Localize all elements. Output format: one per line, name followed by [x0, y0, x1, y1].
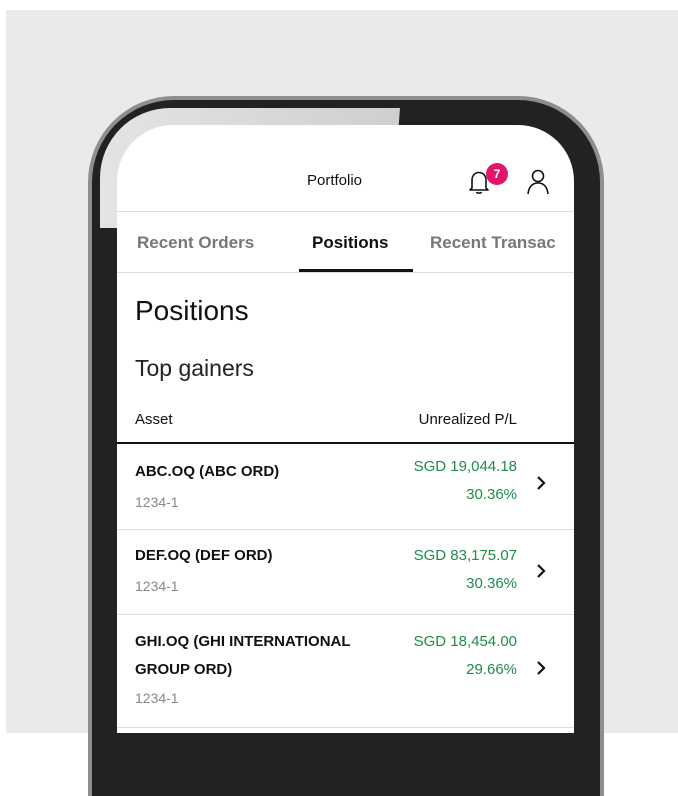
account-number: 1234-1	[135, 578, 179, 594]
asset-name-line-1: GHI.OQ (GHI INTERNATIONAL	[135, 633, 351, 650]
header-title: Portfolio	[307, 172, 363, 189]
asset-name: DEF.OQ (DEF ORD)	[135, 547, 273, 564]
table-row[interactable]: GHI.OQ (GHI INTERNATIONAL GROUP ORD) 123…	[117, 615, 574, 728]
tab-recent-transactions[interactable]: Recent Transac	[430, 233, 556, 253]
tab-positions[interactable]: Positions	[312, 233, 389, 253]
pl-percent: 30.36%	[466, 575, 517, 592]
active-tab-indicator	[299, 269, 413, 272]
section-title: Top gainers	[135, 355, 254, 381]
pl-amount: SGD 18,454.00	[413, 633, 517, 650]
account-number: 1234-1	[135, 690, 179, 706]
pl-amount: SGD 19,044.18	[413, 458, 517, 475]
notification-badge: 7	[486, 163, 508, 185]
tab-recent-orders[interactable]: Recent Orders	[137, 233, 254, 253]
chevron-right-icon[interactable]	[535, 563, 547, 579]
chevron-right-icon[interactable]	[535, 475, 547, 491]
app-header: Portfolio 7	[117, 125, 574, 212]
pl-amount: SGD 83,175.07	[413, 547, 517, 564]
column-header-asset: Asset	[135, 411, 173, 428]
asset-name: ABC.OQ (ABC ORD)	[135, 463, 280, 480]
tab-bar: Recent Orders Positions Recent Transac	[117, 212, 574, 273]
phone-screen: Portfolio 7 Recent Orders Positions Rece…	[117, 125, 574, 733]
column-header-unrealized-pl: Unrealized P/L	[418, 411, 517, 428]
pl-percent: 29.66%	[466, 661, 517, 678]
pl-percent: 30.36%	[466, 486, 517, 503]
table-row[interactable]: DEF.OQ (DEF ORD) 1234-1 SGD 83,175.07 30…	[117, 530, 574, 615]
page-title: Positions	[135, 295, 249, 326]
asset-name-line-2: GROUP ORD)	[135, 661, 233, 678]
account-number: 1234-1	[135, 494, 179, 510]
user-icon[interactable]	[526, 168, 550, 196]
chevron-right-icon[interactable]	[535, 660, 547, 676]
table-row[interactable]: ABC.OQ (ABC ORD) 1234-1 SGD 19,044.18 30…	[117, 444, 574, 530]
